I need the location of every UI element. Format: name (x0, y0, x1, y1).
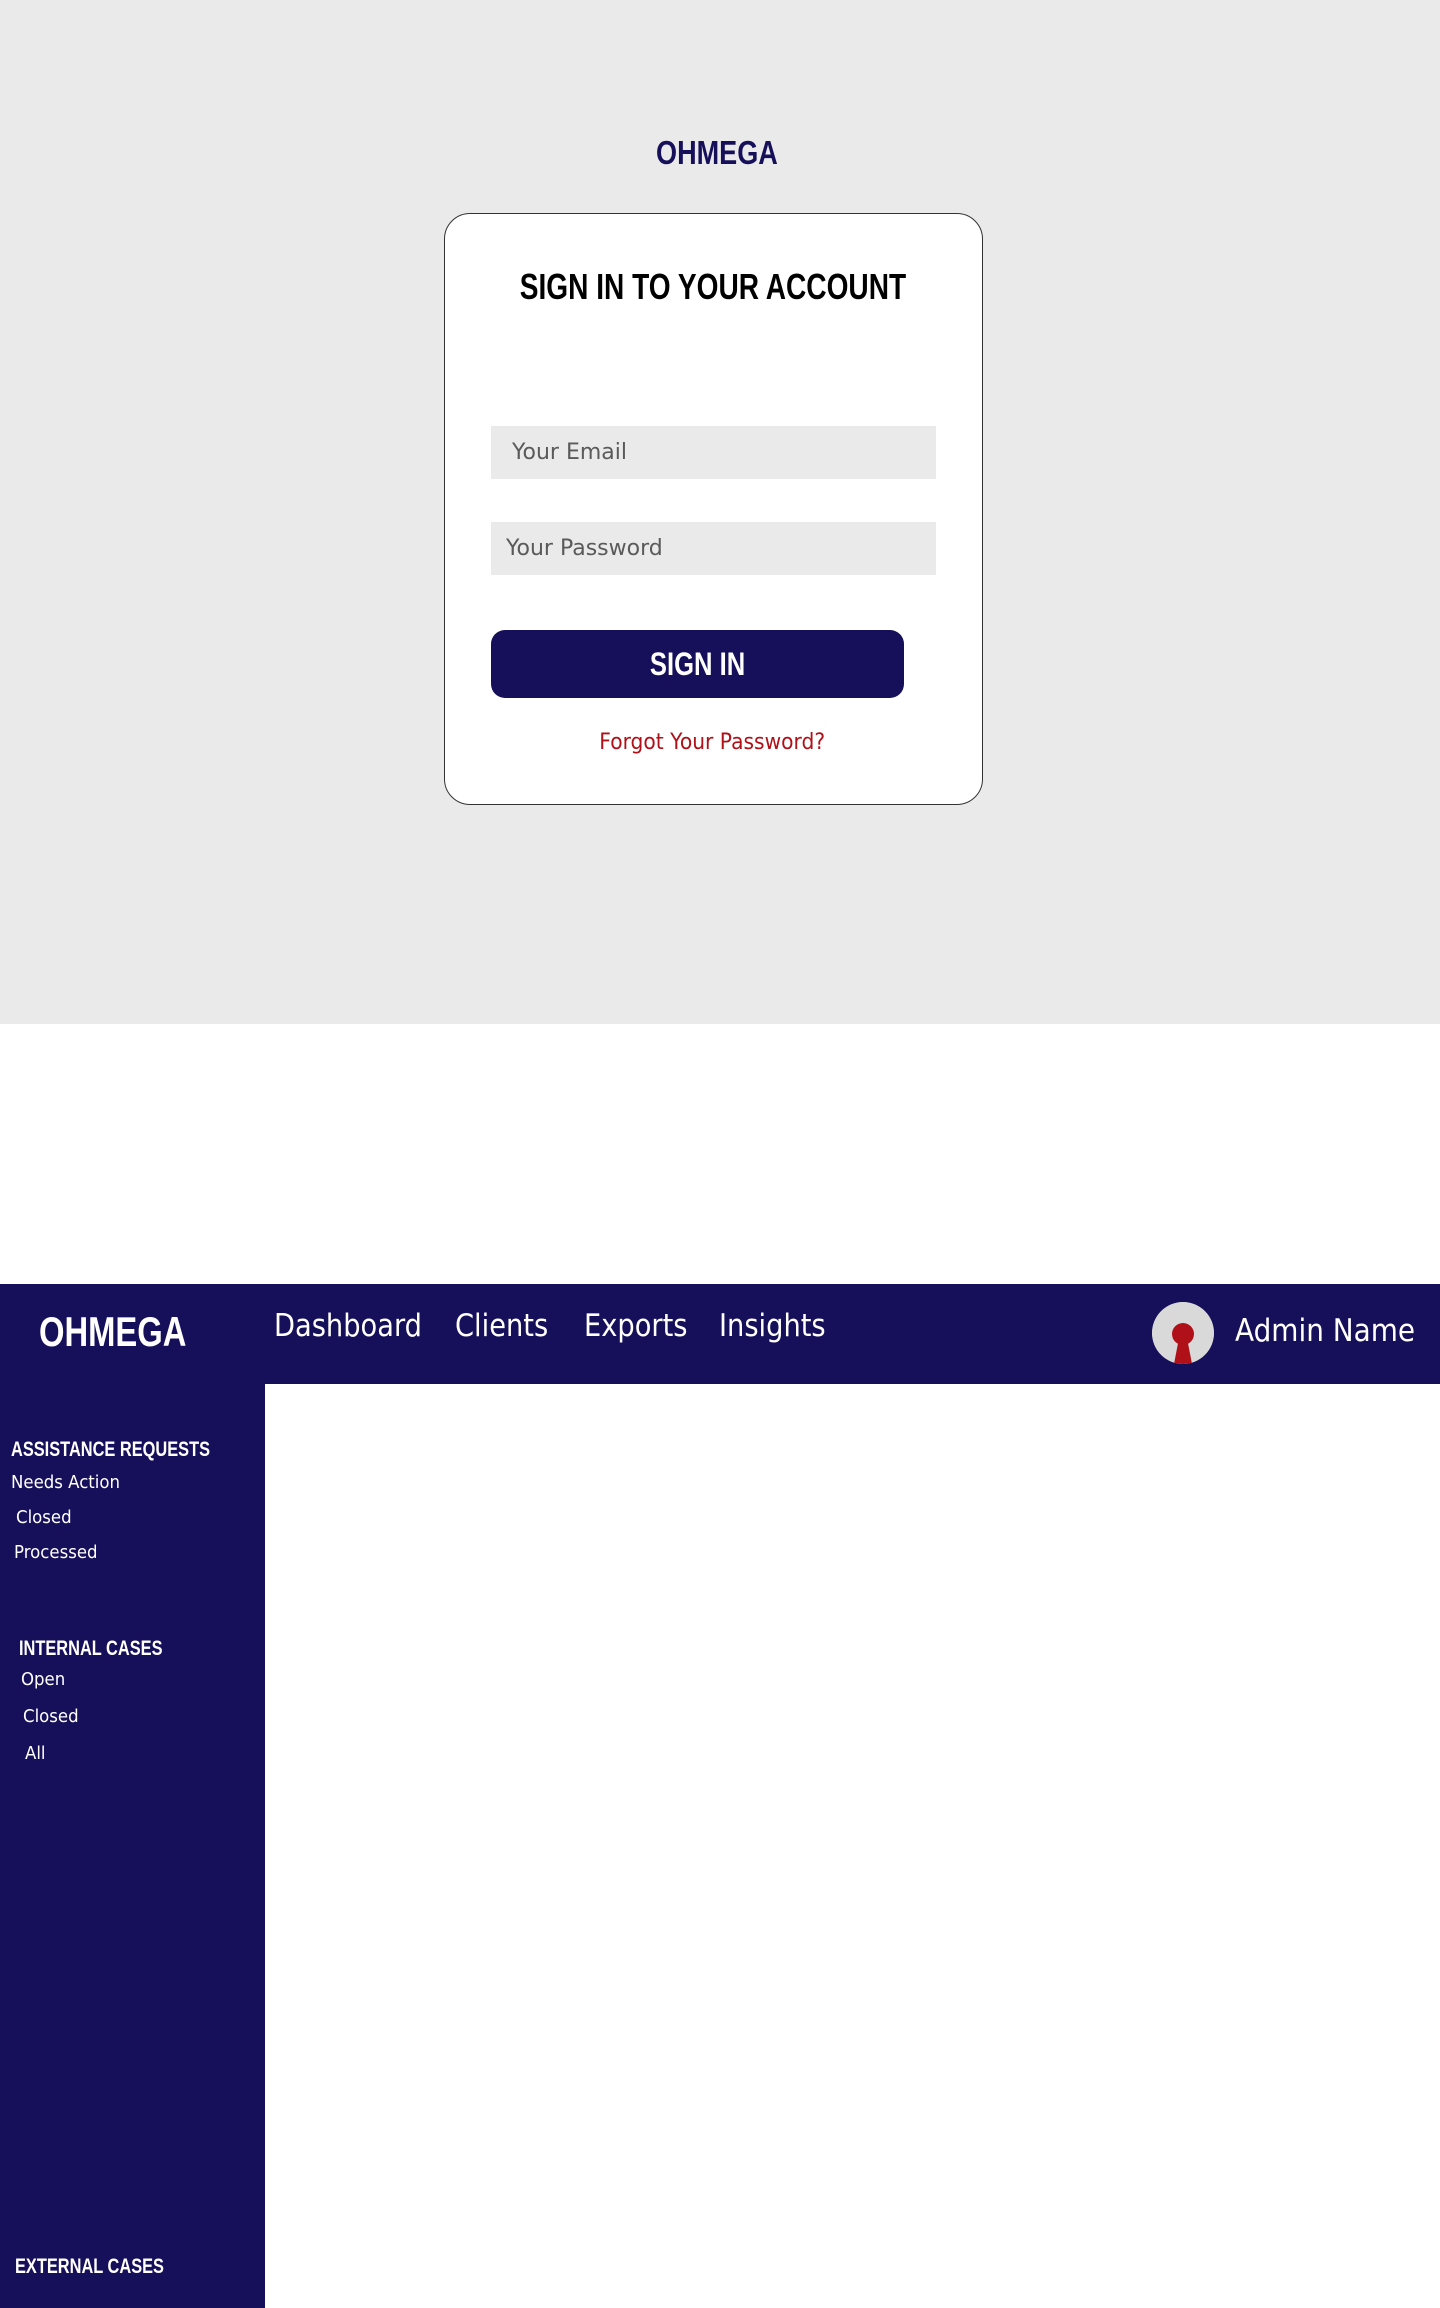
sidebar-item-assistance-closed[interactable]: Closed (16, 1507, 72, 1528)
nav-dashboard[interactable]: Dashboard (274, 1308, 422, 1344)
sidebar-heading-internal-cases: INTERNAL CASES (19, 1637, 163, 1660)
sign-in-button[interactable]: SIGN IN (491, 630, 904, 698)
sidebar-heading-external-cases: EXTERNAL CASES (15, 2255, 164, 2278)
sidebar-item-open[interactable]: Open (21, 1669, 65, 1690)
brand-logo[interactable]: OHMEGA (39, 1308, 186, 1356)
sign-in-button-label: SIGN IN (649, 645, 746, 682)
nav-exports[interactable]: Exports (584, 1308, 688, 1344)
sidebar-item-needs-action[interactable]: Needs Action (11, 1472, 120, 1493)
forgot-password-link[interactable]: Forgot Your Password? (465, 730, 959, 755)
nav-clients[interactable]: Clients (455, 1308, 548, 1344)
nav-insights[interactable]: Insights (719, 1308, 826, 1344)
sidebar-item-internal-closed[interactable]: Closed (23, 1706, 79, 1727)
avatar-figure (1152, 1302, 1214, 1364)
user-name[interactable]: Admin Name (1235, 1313, 1415, 1349)
login-logo: OHMEGA (656, 134, 778, 171)
main-content-area (265, 1384, 1440, 2308)
top-navbar: OHMEGA Dashboard Clients Exports Insight… (0, 1284, 1440, 1384)
password-field[interactable] (491, 522, 936, 575)
user-avatar-icon[interactable] (1152, 1302, 1214, 1364)
email-field[interactable] (491, 426, 936, 479)
sidebar-heading-assistance-requests: ASSISTANCE REQUESTS (11, 1438, 211, 1461)
login-title: SIGN IN TO YOUR ACCOUNT (519, 266, 907, 307)
login-screen: OHMEGA SIGN IN TO YOUR ACCOUNT SIGN IN F… (0, 0, 1440, 1024)
sidebar-item-all[interactable]: All (25, 1743, 46, 1764)
sidebar: ASSISTANCE REQUESTS Needs Action Closed … (0, 1384, 265, 2308)
login-card: SIGN IN TO YOUR ACCOUNT SIGN IN Forgot Y… (444, 213, 983, 805)
sidebar-item-processed[interactable]: Processed (14, 1542, 98, 1563)
